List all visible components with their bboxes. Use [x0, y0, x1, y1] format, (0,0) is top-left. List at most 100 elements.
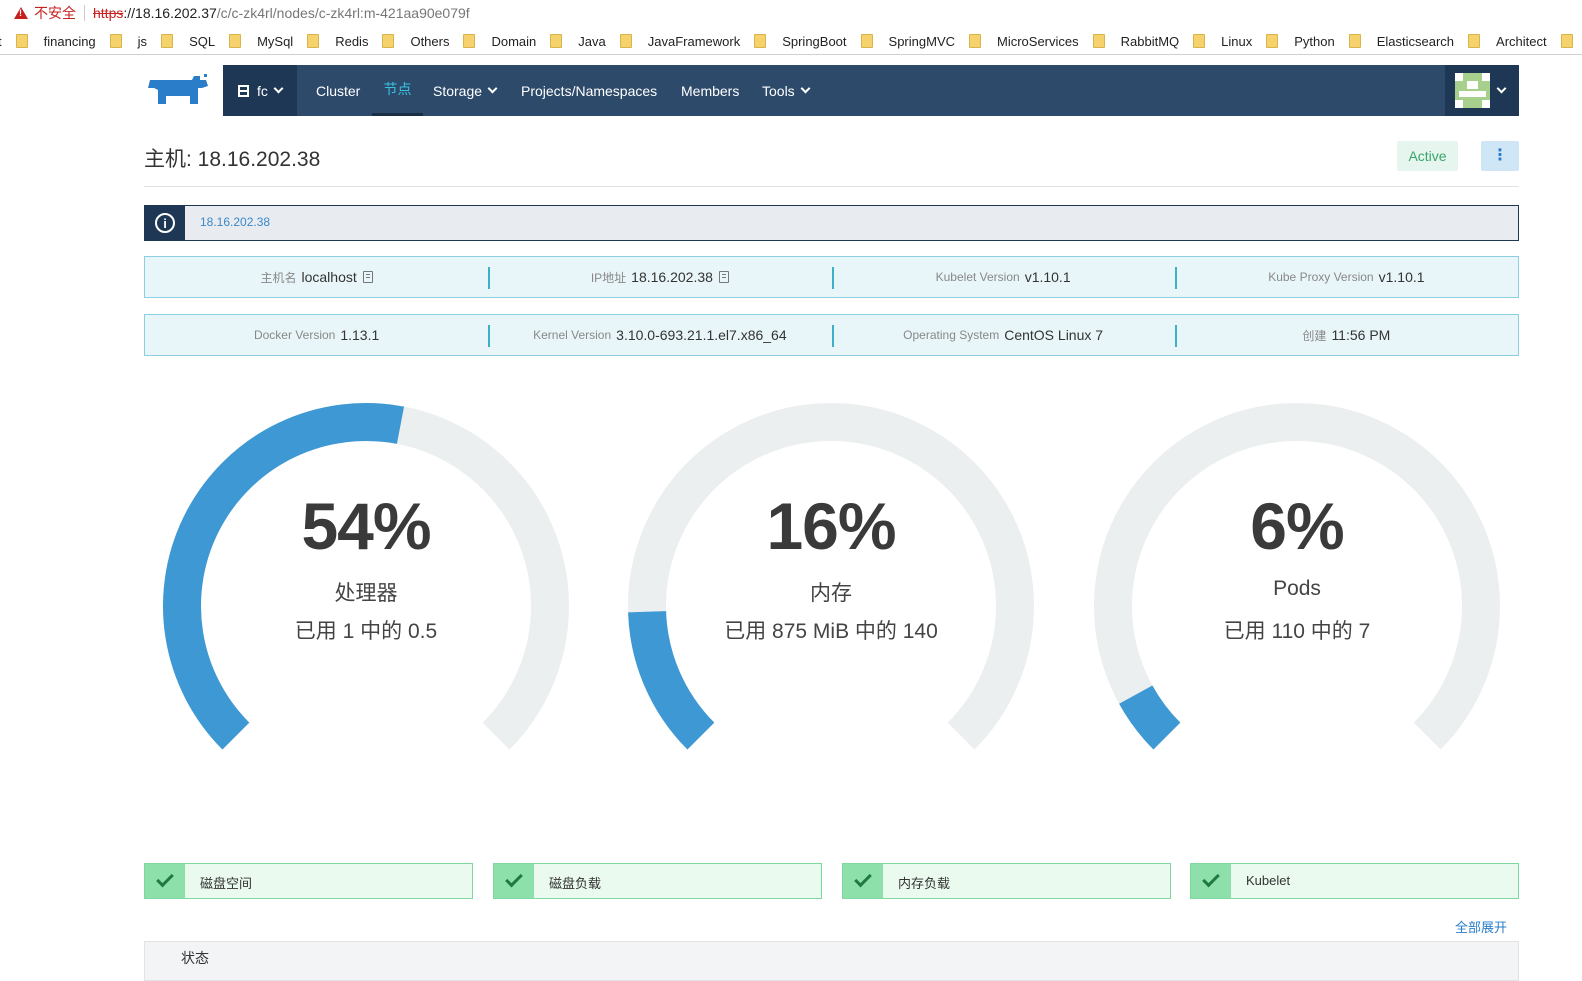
check-label: 内存负载	[898, 876, 951, 891]
gauge-value: 16%	[766, 489, 896, 563]
fact-kernel-version: Kernel Version 3.10.0-693.21.1.el7.x86_6…	[488, 315, 831, 355]
check-icon-box	[843, 864, 883, 898]
chevron-down-icon	[273, 83, 284, 94]
bookmark-item[interactable]: RabbitMQ	[1079, 33, 1180, 49]
check-label: Kubelet	[1246, 873, 1291, 888]
user-menu[interactable]	[1445, 65, 1519, 116]
bookmark-label: JavaFramework	[647, 33, 741, 49]
fact-value: 3.10.0-693.21.1.el7.x86_64	[616, 327, 787, 343]
bookmark-item[interactable]: Others	[368, 34, 449, 49]
folder-icon	[307, 34, 320, 48]
gauge-name: Pods	[1273, 577, 1321, 600]
fact-label: 主机名	[260, 270, 297, 285]
cluster-name: fc	[257, 82, 268, 99]
check-icon	[505, 869, 523, 888]
cluster-icon	[238, 84, 250, 97]
check-icon-box	[494, 864, 534, 898]
bookmark-label: Others	[410, 33, 450, 49]
cluster-switcher[interactable]: fc	[223, 65, 297, 116]
bookmark-label: Python	[1294, 33, 1335, 49]
bookmark-item[interactable]: UnRea	[1547, 34, 1582, 49]
fact-value: 1.13.1	[340, 327, 380, 343]
fact-label: IP地址	[590, 270, 627, 285]
gauge-detail: 已用 875 MiB 中的 140	[724, 620, 938, 643]
chevron-down-icon	[487, 83, 498, 94]
nav-tools-label: Tools	[762, 82, 795, 99]
bookmark-label: RabbitMQ	[1120, 33, 1180, 49]
rancher-logo-icon[interactable]	[144, 74, 210, 106]
nav-tools[interactable]: Tools	[762, 65, 811, 116]
folder-icon	[969, 34, 981, 48]
url-scheme: https	[93, 5, 124, 21]
fact-kubelet-version: Kubelet Version v1.10.1	[831, 257, 1175, 297]
bookmark-item[interactable]: SpringBoot	[740, 34, 847, 49]
status-section-header[interactable]: 状态	[144, 941, 1519, 981]
bookmark-label: MicroServices	[997, 33, 1079, 49]
bookmark-label: SQL	[189, 33, 216, 49]
bookmark-item[interactable]: Architect	[1454, 34, 1547, 49]
fact-docker-version: Docker Version 1.13.1	[145, 315, 488, 355]
nav-cluster[interactable]: Cluster	[316, 65, 360, 116]
facts-row-2: Docker Version 1.13.1 Kernel Version 3.1…	[144, 314, 1519, 356]
bookmark-item[interactable]: financing	[2, 34, 96, 49]
folder-icon	[1092, 34, 1105, 48]
copy-icon[interactable]	[718, 271, 729, 283]
fact-ip: IP地址 18.16.202.38	[488, 257, 831, 297]
gauge-fill	[1119, 685, 1181, 750]
gauge-cpu: 54% 处理器 已用 1 中的 0.5	[156, 396, 576, 816]
nav-members[interactable]: Members	[681, 65, 739, 116]
folder-icon	[161, 34, 174, 48]
facts-row-1: 主机名 localhost IP地址 18.16.202.38 Kubelet …	[144, 256, 1519, 298]
bookmark-item[interactable]: Redis	[293, 34, 368, 49]
folder-icon	[109, 34, 122, 48]
bookmark-label: financing	[43, 33, 96, 49]
bookmark-item[interactable]: SpringMVC	[847, 34, 955, 49]
bookmarks-bar: tfinancingjsSQLMySqlRedisOthersDomainJav…	[0, 28, 1582, 55]
bookmark-label: Linux	[1221, 33, 1253, 49]
check-icon-box	[145, 864, 185, 898]
top-nav: fc Cluster 节点 Storage Projects/Namespace…	[223, 65, 1519, 116]
page-title: 主机: 18.16.202.38	[144, 148, 321, 171]
section-title: 状态	[181, 950, 209, 966]
fact-kube-proxy-version: Kube Proxy Version v1.10.1	[1174, 257, 1518, 297]
bookmark-item[interactable]: MySql	[215, 34, 293, 49]
bookmark-item[interactable]: Java	[536, 34, 606, 49]
bookmark-item[interactable]: JavaFramework	[606, 34, 740, 49]
address-bar[interactable]: 不安全 https ://18.16.202.37 /c/c-zk4rl/nod…	[0, 0, 1582, 26]
folder-icon	[15, 34, 28, 48]
copy-icon[interactable]	[362, 271, 373, 283]
folder-icon	[463, 34, 476, 48]
bookmark-item[interactable]: Elasticsearch	[1335, 34, 1454, 49]
nav-members-label: Members	[681, 82, 740, 99]
bookmark-label: Redis	[335, 33, 369, 49]
nav-projects[interactable]: Projects/Namespaces	[521, 65, 657, 116]
bookmark-item[interactable]: MicroServices	[955, 34, 1079, 49]
fact-created: 创建 11:56 PM	[1174, 315, 1518, 355]
check-label: 磁盘负载	[549, 876, 602, 891]
info-banner: i 18.16.202.38	[144, 205, 1519, 241]
actions-menu-button[interactable]: ⋮	[1481, 141, 1519, 171]
bookmark-item[interactable]: SQL	[147, 34, 215, 49]
folder-icon	[1193, 34, 1206, 48]
bookmark-item[interactable]: Domain	[449, 34, 536, 49]
bookmark-label: Domain	[491, 33, 537, 49]
check-icon	[156, 869, 174, 888]
gauge-name: 处理器	[334, 582, 398, 605]
gauge-pods-arc	[1094, 403, 1500, 750]
folder-icon	[550, 34, 563, 48]
url-path: /c/c-zk4rl/nodes/c-zk4rl:m-421aa90e079f	[216, 5, 470, 21]
folder-icon	[1266, 34, 1279, 48]
bookmark-item[interactable]: js	[96, 34, 147, 49]
bookmark-item[interactable]: Linux	[1179, 34, 1252, 49]
nav-nodes[interactable]: 节点	[372, 65, 423, 116]
expand-all-link[interactable]: 全部展开	[1455, 917, 1507, 936]
kebab-menu-icon: ⋮	[1492, 147, 1508, 164]
info-icon-box: i	[145, 206, 185, 240]
bookmark-item[interactable]: Python	[1252, 33, 1335, 49]
gauge-detail: 已用 110 中的 7	[1223, 620, 1371, 643]
nav-storage[interactable]: Storage	[433, 65, 498, 116]
divider	[144, 186, 1519, 187]
banner-text: 18.16.202.38	[200, 215, 271, 229]
folder-icon	[754, 34, 767, 48]
bookmark-label: MySql	[257, 33, 294, 49]
